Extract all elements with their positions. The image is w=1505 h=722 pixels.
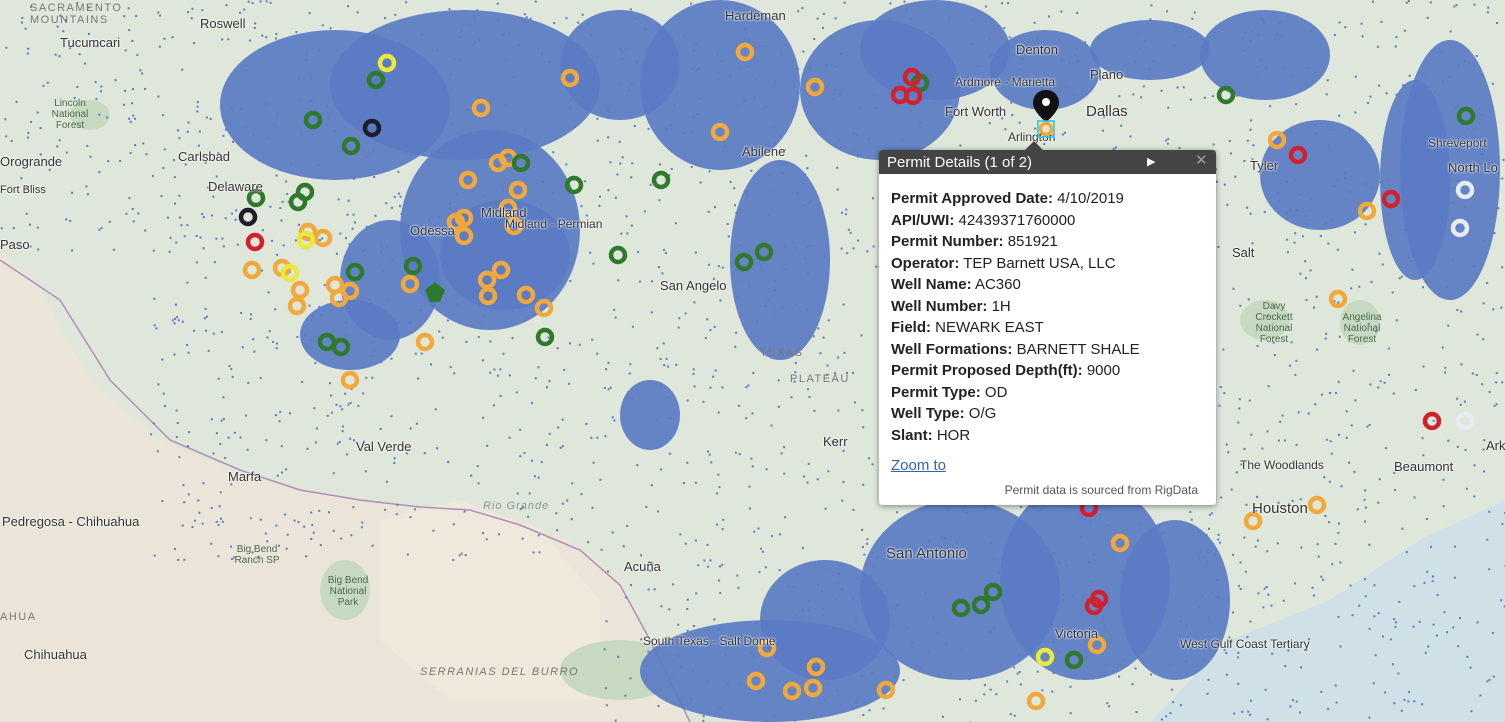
- source-note: Permit data is sourced from RigData: [1004, 483, 1198, 497]
- field-value: 4/10/2019: [1057, 190, 1124, 207]
- field-value: NEWARK EAST: [935, 319, 1044, 336]
- field-label: Field:: [891, 319, 931, 336]
- field-label: Operator:: [891, 254, 960, 272]
- selected-pin-icon[interactable]: [1032, 88, 1060, 140]
- field-row: Well Formations: BARNETT SHALE: [891, 339, 1204, 361]
- field-label: Well Number:: [891, 297, 988, 315]
- permit-details-popup: Permit Details (1 of 2) ▶ ✕ Permit Appro…: [879, 141, 1216, 505]
- field-value: HOR: [936, 426, 971, 444]
- field-row: Permit Approved Date: 4/10/2019: [891, 188, 1204, 210]
- field-label: Well Type:: [891, 405, 965, 422]
- field-value: 9000: [1086, 362, 1121, 379]
- close-icon[interactable]: ✕: [1195, 153, 1211, 169]
- field-value: 1H: [991, 297, 1011, 315]
- field-row: Permit Proposed Depth(ft): 9000: [891, 360, 1204, 382]
- next-feature-icon[interactable]: ▶: [1147, 154, 1163, 170]
- field-label: Permit Number:: [891, 233, 1004, 250]
- map-svg[interactable]: [0, 0, 1505, 722]
- field-label: Well Name:: [891, 276, 972, 293]
- popup-pointer: [1025, 141, 1043, 150]
- field-value: O/G: [968, 405, 997, 422]
- field-value: TEP Barnett USA, LLC: [963, 254, 1116, 272]
- field-row: Permit Number: 851921: [891, 231, 1204, 253]
- popup-body: Permit Approved Date: 4/10/2019 API/UWI:…: [879, 174, 1216, 474]
- field-label: Permit Proposed Depth(ft):: [891, 362, 1083, 379]
- field-label: API/UWI:: [891, 211, 955, 229]
- field-value: BARNETT SHALE: [1016, 340, 1140, 358]
- field-row: Operator: TEP Barnett USA, LLC: [891, 253, 1204, 275]
- field-value: AC360: [974, 276, 1021, 293]
- field-value: 42439371760000: [958, 211, 1076, 229]
- field-label: Slant:: [891, 426, 933, 444]
- field-value: 851921: [1007, 233, 1058, 250]
- field-row: Permit Type: OD: [891, 382, 1204, 404]
- field-row: Well Number: 1H: [891, 296, 1204, 318]
- forest-patch: [70, 100, 110, 130]
- field-value: OD: [984, 383, 1008, 401]
- field-label: Well Formations:: [891, 340, 1013, 358]
- forest-patch: [1340, 300, 1380, 345]
- forest-patch: [1240, 300, 1290, 340]
- zoom-to-link[interactable]: Zoom to: [891, 457, 946, 474]
- field-row: Well Name: AC360: [891, 274, 1204, 296]
- field-label: Permit Type:: [891, 383, 981, 401]
- field-row: API/UWI: 42439371760000: [891, 210, 1204, 232]
- field-row: Field: NEWARK EAST: [891, 317, 1204, 339]
- field-row: Well Type: O/G: [891, 403, 1204, 425]
- popup-title: Permit Details (1 of 2): [887, 153, 1033, 171]
- popup-header: Permit Details (1 of 2) ▶ ✕: [879, 150, 1216, 174]
- field-label: Permit Approved Date:: [891, 190, 1053, 207]
- forest-patch: [320, 560, 370, 620]
- field-row: Slant: HOR: [891, 425, 1204, 447]
- map-canvas[interactable]: SACRAMENTO MOUNTAINS Tucumcari Roswell L…: [0, 0, 1505, 722]
